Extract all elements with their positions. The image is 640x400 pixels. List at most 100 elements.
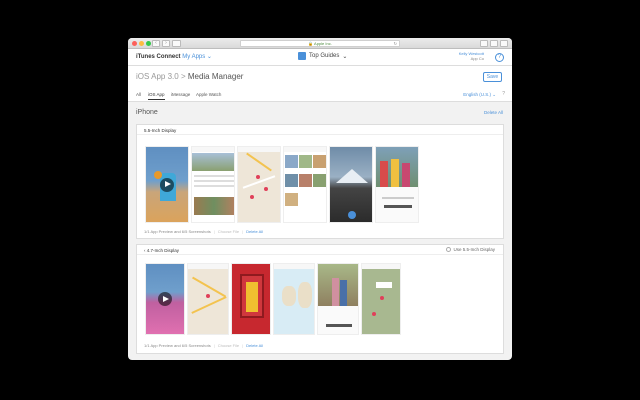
screenshot-photos-app[interactable] [191, 146, 235, 223]
screenshot-photo-grid[interactable] [283, 146, 327, 223]
display-panel-55: 5.5-Inch Display 1/1 App Preview and 6/5… [136, 124, 504, 239]
road [246, 152, 272, 172]
user-menu[interactable]: Kelly Westcott App Co [459, 51, 484, 61]
play-icon[interactable] [160, 177, 174, 192]
progress-line [382, 197, 414, 199]
browser-toolbar: ‹ › 🔒 Apple Inc. ↻ [128, 38, 512, 49]
choose-file-button[interactable]: Choose File [218, 229, 239, 234]
screenshot-music-player[interactable] [375, 146, 419, 223]
grid-photo [313, 155, 326, 168]
language-menu[interactable]: English (U.S.) ⌄ [463, 92, 496, 98]
history-nav: ‹ › [152, 40, 170, 47]
guides-icon [298, 52, 306, 60]
use-55-toggle[interactable]: Use 5.5-Inch Display [446, 247, 495, 252]
tab-ios-app[interactable]: iOS App [148, 92, 165, 100]
lock-icon: 🔒 [308, 41, 314, 46]
delete-all-button[interactable]: Delete All [246, 229, 263, 234]
share-icon[interactable] [480, 40, 488, 47]
flower [154, 171, 162, 179]
device-title: iPhone [136, 109, 158, 116]
grid-photo [285, 193, 298, 206]
settings-icon[interactable]: ? [502, 91, 505, 97]
minimize-window-button[interactable] [139, 41, 144, 46]
app-preview-video[interactable] [145, 146, 189, 223]
app-preview-video[interactable] [145, 263, 185, 335]
address-text: Apple Inc. [314, 41, 332, 46]
person [402, 163, 410, 187]
screenshot-row [145, 146, 419, 223]
title-row: iOS App 3.0 > Media Manager Save [128, 66, 512, 88]
toolbar-right [480, 40, 508, 47]
person [246, 282, 258, 312]
close-window-button[interactable] [132, 41, 137, 46]
tab-all[interactable]: All [136, 92, 141, 97]
map-pin [380, 296, 384, 300]
screenshot-map[interactable] [187, 263, 229, 335]
status-bar [274, 264, 314, 269]
back-icon[interactable]: ‹ [152, 40, 160, 47]
delete-all-device-button[interactable]: Delete All [484, 110, 503, 115]
list-line [194, 180, 234, 182]
choose-file-button[interactable]: Choose File [218, 343, 239, 348]
person [391, 159, 399, 187]
photo-strip [194, 197, 234, 215]
map-pin [256, 175, 260, 179]
forward-icon[interactable]: › [162, 40, 170, 47]
panel-header: 5.5-Inch Display [137, 125, 503, 135]
sidebar-toggle-icon[interactable] [172, 40, 181, 47]
breadcrumb-separator: > [180, 72, 186, 81]
panel-header: ‹ 4.7-Inch Display Use 5.5-Inch Display [137, 245, 503, 255]
delete-all-button[interactable]: Delete All [246, 343, 263, 348]
landscape-thumb [192, 153, 234, 171]
screenshot-map[interactable] [237, 146, 281, 223]
browser-window: ‹ › 🔒 Apple Inc. ↻ iTunes Connect My App… [128, 38, 512, 360]
person [380, 161, 388, 187]
device-row: iPhone Delete All [128, 105, 512, 119]
screenshot-music-player[interactable] [317, 263, 359, 335]
tab-apple-watch[interactable]: Apple Watch [196, 92, 221, 97]
list-line [194, 185, 234, 187]
person [340, 280, 347, 306]
tab-imessage[interactable]: iMessage [171, 92, 190, 97]
separator: | [242, 229, 244, 234]
player-controls [326, 324, 352, 327]
screenshot-row [145, 263, 401, 335]
player-controls [384, 205, 412, 208]
save-button[interactable]: Save [483, 72, 502, 82]
status-bar [188, 264, 228, 269]
separator: | [213, 343, 215, 348]
help-icon[interactable]: ? [495, 53, 504, 62]
media-count: 1/1 App Preview and 6/5 Screenshots [144, 343, 211, 348]
breadcrumb-page: Media Manager [187, 72, 244, 81]
top-guides-menu[interactable]: Top Guides ⌄ [298, 52, 347, 60]
status-bar [238, 147, 280, 152]
checkbox-icon[interactable] [446, 247, 452, 252]
shutter-icon [348, 211, 356, 219]
zoom-window-button[interactable] [146, 41, 151, 46]
address-bar[interactable]: 🔒 Apple Inc. ↻ [240, 40, 400, 47]
status-bar [192, 147, 234, 152]
media-count: 1/1 App Preview and 6/5 Screenshots [144, 229, 211, 234]
map-pin [206, 294, 210, 298]
mountain [336, 169, 368, 183]
grid-photo [299, 155, 312, 168]
breadcrumb-app[interactable]: iOS App 3.0 [136, 72, 179, 81]
reload-icon[interactable]: ↻ [394, 41, 397, 47]
screenshot-camera[interactable] [329, 146, 373, 223]
status-bar [362, 264, 400, 269]
app-header: iTunes Connect My Apps ⌄ Top Guides ⌄ Ke… [128, 49, 512, 66]
play-icon[interactable] [158, 292, 172, 306]
screenshot-terrain-map[interactable] [361, 263, 401, 335]
continent [282, 286, 296, 306]
panel-footer: 1/1 App Preview and 6/5 Screenshots | Choo… [144, 229, 263, 234]
map-pin [250, 195, 254, 199]
my-apps-menu[interactable]: My Apps ⌄ [182, 54, 212, 60]
person [332, 278, 339, 306]
screenshot-phone-booth[interactable] [231, 263, 271, 335]
new-tab-icon[interactable] [500, 40, 508, 47]
tabs-icon[interactable] [490, 40, 498, 47]
display-title: ‹ 4.7-Inch Display [144, 248, 180, 253]
screenshot-world-map[interactable] [273, 263, 315, 335]
brand: iTunes Connect My Apps ⌄ [136, 53, 212, 60]
grid-photo [285, 174, 298, 187]
